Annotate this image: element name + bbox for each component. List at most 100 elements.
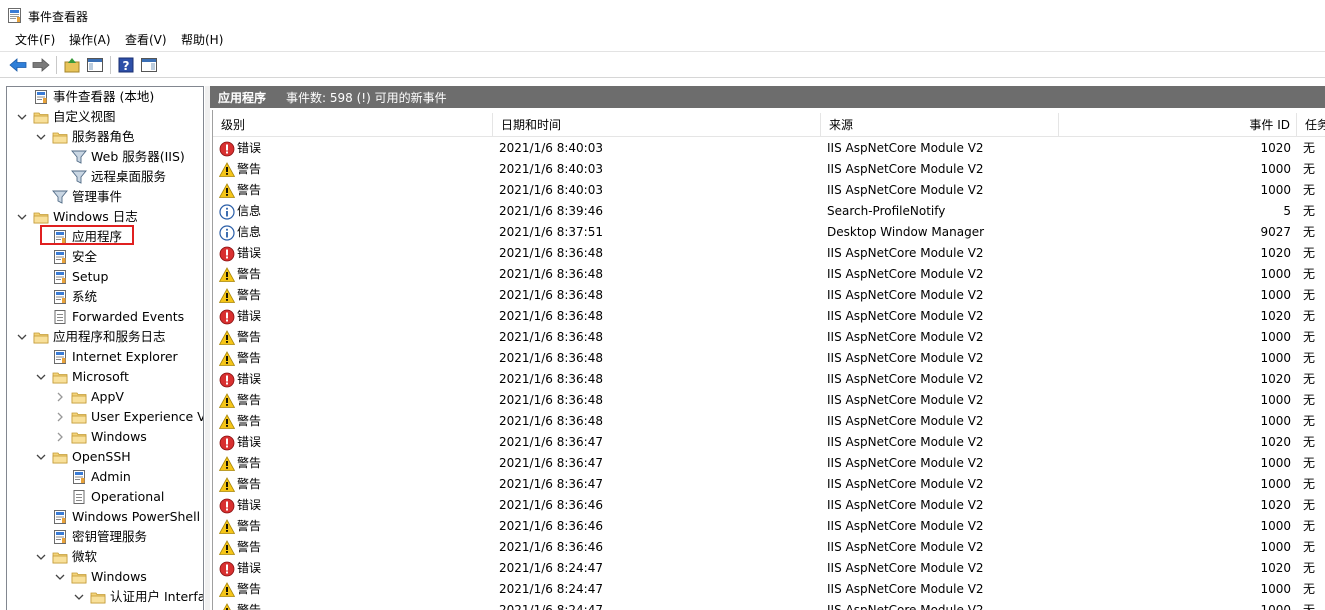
tree-item[interactable]: Internet Explorer bbox=[7, 347, 203, 367]
folder-icon bbox=[52, 549, 68, 565]
chevron-down-icon[interactable] bbox=[35, 551, 47, 563]
tree-item[interactable]: 服务器角色 bbox=[7, 127, 203, 147]
event-row[interactable]: 错误 2021/1/6 8:36:48 IIS AspNetCore Module … bbox=[213, 369, 1325, 390]
tree-item[interactable]: Setup bbox=[7, 267, 203, 287]
column-header-source[interactable]: 来源 bbox=[821, 113, 1059, 137]
tree-item[interactable]: 认证用户 Interface bbox=[7, 587, 203, 607]
event-row[interactable]: 警告 2021/1/6 8:24:47 IIS AspNetCore Module … bbox=[213, 600, 1325, 610]
tree-item-label: AppV bbox=[91, 389, 124, 404]
event-row[interactable]: 错误 2021/1/6 8:36:48 IIS AspNetCore Module … bbox=[213, 306, 1325, 327]
warning-icon bbox=[218, 288, 236, 304]
event-id-cell: 1020 bbox=[1260, 561, 1291, 575]
event-row[interactable]: 信息 2021/1/6 8:39:46 Search-ProfileNotify 5 无 bbox=[213, 201, 1325, 222]
log-icon bbox=[52, 229, 68, 245]
tree-item[interactable]: Microsoft bbox=[7, 367, 203, 387]
tree-item[interactable]: 事件查看器 (本地) bbox=[7, 87, 203, 107]
column-header-task[interactable]: 任务 bbox=[1297, 113, 1325, 137]
tree-item[interactable]: Windows bbox=[7, 427, 203, 447]
pane-splitter[interactable] bbox=[205, 86, 210, 610]
tree-item[interactable]: Admin bbox=[7, 467, 203, 487]
event-row[interactable]: 警告 2021/1/6 8:24:47 IIS AspNetCore Module … bbox=[213, 579, 1325, 600]
chevron-down-icon[interactable] bbox=[35, 451, 47, 463]
task-cell: 无 bbox=[1303, 267, 1316, 281]
column-header-event-id[interactable]: 事件 ID bbox=[1059, 113, 1297, 137]
tree-item[interactable]: AppV bbox=[7, 387, 203, 407]
event-row[interactable]: 警告 2021/1/6 8:36:48 IIS AspNetCore Module … bbox=[213, 327, 1325, 348]
tree-item[interactable]: Windows 日志 bbox=[7, 207, 203, 227]
source-cell: IIS AspNetCore Module V2 bbox=[827, 540, 984, 554]
console-tree-icon[interactable] bbox=[85, 55, 105, 75]
tree-item-selected[interactable]: 应用程序 bbox=[7, 227, 203, 247]
tree-item[interactable]: 密钥管理服务 bbox=[7, 527, 203, 547]
tree-item[interactable]: 应用程序和服务日志 bbox=[7, 327, 203, 347]
chevron-down-icon[interactable] bbox=[35, 131, 47, 143]
event-row[interactable]: 错误 2021/1/6 8:40:03 IIS AspNetCore Module … bbox=[213, 138, 1325, 159]
help-icon[interactable]: ? bbox=[116, 55, 136, 75]
folder-icon bbox=[33, 109, 49, 125]
up-folder-icon[interactable] bbox=[62, 55, 82, 75]
event-id-cell: 1000 bbox=[1260, 582, 1291, 596]
event-row[interactable]: 错误 2021/1/6 8:36:47 IIS AspNetCore Module … bbox=[213, 432, 1325, 453]
tree-item[interactable]: Windows PowerShell bbox=[7, 507, 203, 527]
level-cell: 警告 bbox=[213, 348, 493, 369]
datetime-cell: 2021/1/6 8:36:48 bbox=[499, 330, 603, 344]
event-row[interactable]: 错误 2021/1/6 8:36:48 IIS AspNetCore Module … bbox=[213, 243, 1325, 264]
chevron-right-icon[interactable] bbox=[54, 431, 66, 443]
chevron-down-icon[interactable] bbox=[54, 571, 66, 583]
task-cell: 无 bbox=[1303, 372, 1316, 386]
error-icon bbox=[219, 141, 235, 157]
event-row[interactable]: 警告 2021/1/6 8:36:48 IIS AspNetCore Module … bbox=[213, 411, 1325, 432]
tree-item[interactable]: Windows bbox=[7, 567, 203, 587]
menu-action[interactable]: 操作(A) bbox=[62, 32, 118, 49]
event-row[interactable]: 错误 2021/1/6 8:24:47 IIS AspNetCore Module … bbox=[213, 558, 1325, 579]
chevron-right-icon[interactable] bbox=[54, 411, 66, 423]
tree-item[interactable]: 远程桌面服务 bbox=[7, 167, 203, 187]
tree-item[interactable]: 管理事件 bbox=[7, 187, 203, 207]
folder-icon bbox=[71, 389, 87, 405]
level-text: 警告 bbox=[237, 540, 262, 554]
menu-file[interactable]: 文件(F) bbox=[8, 32, 62, 49]
menu-view[interactable]: 查看(V) bbox=[118, 32, 174, 49]
tree-item-label: Setup bbox=[72, 269, 109, 284]
tree-item[interactable]: 系统 bbox=[7, 287, 203, 307]
event-row[interactable]: 警告 2021/1/6 8:36:48 IIS AspNetCore Module … bbox=[213, 348, 1325, 369]
back-icon[interactable] bbox=[8, 55, 28, 75]
event-row[interactable]: 警告 2021/1/6 8:36:46 IIS AspNetCore Module … bbox=[213, 537, 1325, 558]
tree-item[interactable]: 微软 bbox=[7, 547, 203, 567]
source-cell: Search-ProfileNotify bbox=[827, 204, 946, 218]
source-cell: Desktop Window Manager bbox=[827, 225, 985, 239]
show-pane-icon[interactable] bbox=[139, 55, 159, 75]
column-header-level[interactable]: 级别 bbox=[213, 113, 493, 137]
tree-item[interactable]: 安全 bbox=[7, 247, 203, 267]
event-list[interactable]: 级别 日期和时间 来源 事件 ID 任务 错误 2021/1/6 8:40:03 I… bbox=[212, 110, 1325, 610]
event-row[interactable]: 信息 2021/1/6 8:37:51 Desktop Window Manager… bbox=[213, 222, 1325, 243]
column-header-datetime[interactable]: 日期和时间 bbox=[493, 113, 821, 137]
datetime-cell: 2021/1/6 8:24:47 bbox=[499, 561, 603, 575]
chevron-down-icon[interactable] bbox=[35, 371, 47, 383]
tree-item[interactable]: Operational bbox=[7, 487, 203, 507]
level-cell: 错误 bbox=[213, 558, 493, 579]
tree-item[interactable]: Forwarded Events bbox=[7, 307, 203, 327]
window-title: 事件查看器 bbox=[28, 10, 89, 24]
event-row[interactable]: 警告 2021/1/6 8:36:47 IIS AspNetCore Module … bbox=[213, 474, 1325, 495]
chevron-down-icon[interactable] bbox=[73, 591, 85, 603]
event-row[interactable]: 警告 2021/1/6 8:36:47 IIS AspNetCore Module … bbox=[213, 453, 1325, 474]
event-row[interactable]: 警告 2021/1/6 8:36:48 IIS AspNetCore Module … bbox=[213, 390, 1325, 411]
forward-icon[interactable] bbox=[31, 55, 51, 75]
chevron-down-icon[interactable] bbox=[16, 331, 28, 343]
tree-item[interactable]: User Experience Virtualization bbox=[7, 407, 203, 427]
tree-item[interactable]: 自定义视图 bbox=[7, 107, 203, 127]
event-row[interactable]: 警告 2021/1/6 8:36:48 IIS AspNetCore Module … bbox=[213, 285, 1325, 306]
event-row[interactable]: 警告 2021/1/6 8:36:46 IIS AspNetCore Module … bbox=[213, 516, 1325, 537]
event-row[interactable]: 错误 2021/1/6 8:36:46 IIS AspNetCore Module … bbox=[213, 495, 1325, 516]
console-tree[interactable]: 事件查看器 (本地) 自定义视图 服务器角色 Web 服务器(IIS) 远程桌面服务 管理… bbox=[6, 86, 204, 610]
event-row[interactable]: 警告 2021/1/6 8:40:03 IIS AspNetCore Module … bbox=[213, 159, 1325, 180]
chevron-down-icon[interactable] bbox=[16, 211, 28, 223]
chevron-right-icon[interactable] bbox=[54, 391, 66, 403]
event-row[interactable]: 警告 2021/1/6 8:40:03 IIS AspNetCore Module … bbox=[213, 180, 1325, 201]
menu-help[interactable]: 帮助(H) bbox=[174, 32, 230, 49]
tree-item[interactable]: Web 服务器(IIS) bbox=[7, 147, 203, 167]
tree-item[interactable]: OpenSSH bbox=[7, 447, 203, 467]
chevron-down-icon[interactable] bbox=[16, 111, 28, 123]
event-row[interactable]: 警告 2021/1/6 8:36:48 IIS AspNetCore Module … bbox=[213, 264, 1325, 285]
